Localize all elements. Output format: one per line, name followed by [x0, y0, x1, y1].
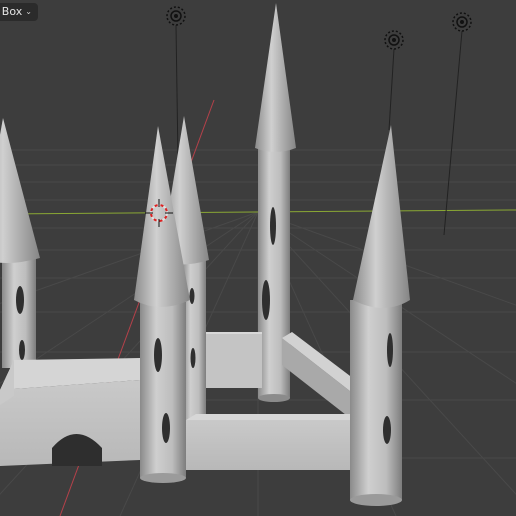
castle-gatehouse[interactable] [0, 358, 140, 466]
select-mode-label: t Box [0, 5, 23, 18]
castle-tower-left[interactable] [0, 118, 40, 368]
select-mode-dropdown[interactable]: t Box ⌄ [0, 3, 38, 21]
3d-viewport[interactable] [0, 0, 516, 516]
castle-wall-front[interactable] [186, 414, 360, 470]
light-icon[interactable] [384, 30, 404, 131]
chevron-down-icon: ⌄ [25, 7, 32, 16]
light-icon[interactable] [443, 12, 472, 236]
